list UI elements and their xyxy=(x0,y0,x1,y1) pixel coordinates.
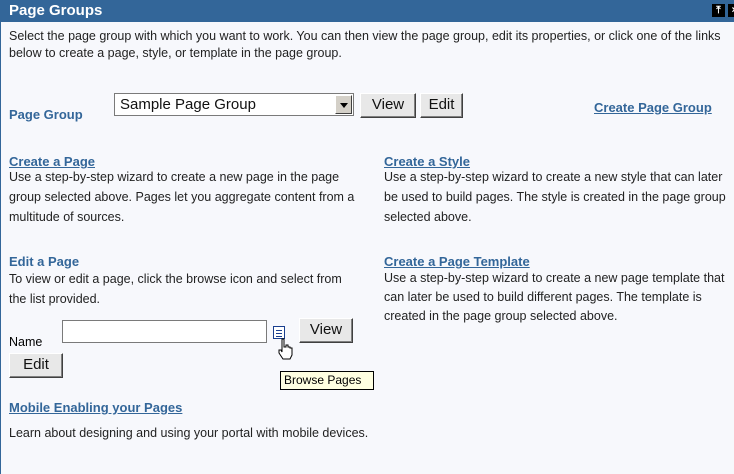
page-group-edit-button[interactable]: Edit xyxy=(420,93,463,118)
create-page-group-link[interactable]: Create Page Group xyxy=(594,100,712,115)
title-bar: Page Groups ⤒ × xyxy=(1,0,734,22)
name-label: Name xyxy=(9,335,43,349)
create-style-text: Use a step-by-step wizard to create a ne… xyxy=(384,170,726,224)
page-group-select[interactable]: Sample Page Group xyxy=(114,93,354,116)
create-template-text: Use a step-by-step wizard to create a ne… xyxy=(384,271,725,323)
chevron-down-icon[interactable] xyxy=(335,95,352,114)
intro-text: Select the page group with which you wan… xyxy=(9,29,721,60)
create-page-text: Use a step-by-step wizard to create a ne… xyxy=(9,170,355,224)
create-page-template-link[interactable]: Create a Page Template xyxy=(384,254,530,269)
collapse-icon[interactable]: ⤒ xyxy=(712,4,725,17)
edit-page-edit-button[interactable]: Edit xyxy=(9,353,63,378)
page-group-select-value: Sample Page Group xyxy=(120,96,256,113)
hand-cursor-icon xyxy=(278,338,293,360)
page-groups-portlet: Page Groups ⤒ × Select the page group wi… xyxy=(0,0,734,474)
browse-pages-tooltip: Browse Pages xyxy=(280,371,374,390)
mobile-enabling-link[interactable]: Mobile Enabling your Pages xyxy=(9,400,182,415)
page-group-label: Page Group xyxy=(9,107,83,122)
edit-page-view-button[interactable]: View xyxy=(299,318,353,343)
page-name-input[interactable] xyxy=(62,320,267,343)
close-icon[interactable]: × xyxy=(728,4,734,17)
portlet-title: Page Groups xyxy=(9,2,103,19)
edit-page-text: To view or edit a page, click the browse… xyxy=(9,272,342,306)
page-group-view-button[interactable]: View xyxy=(360,93,416,118)
edit-page-heading: Edit a Page xyxy=(9,254,80,269)
mobile-text: Learn about designing and using your por… xyxy=(9,426,369,440)
